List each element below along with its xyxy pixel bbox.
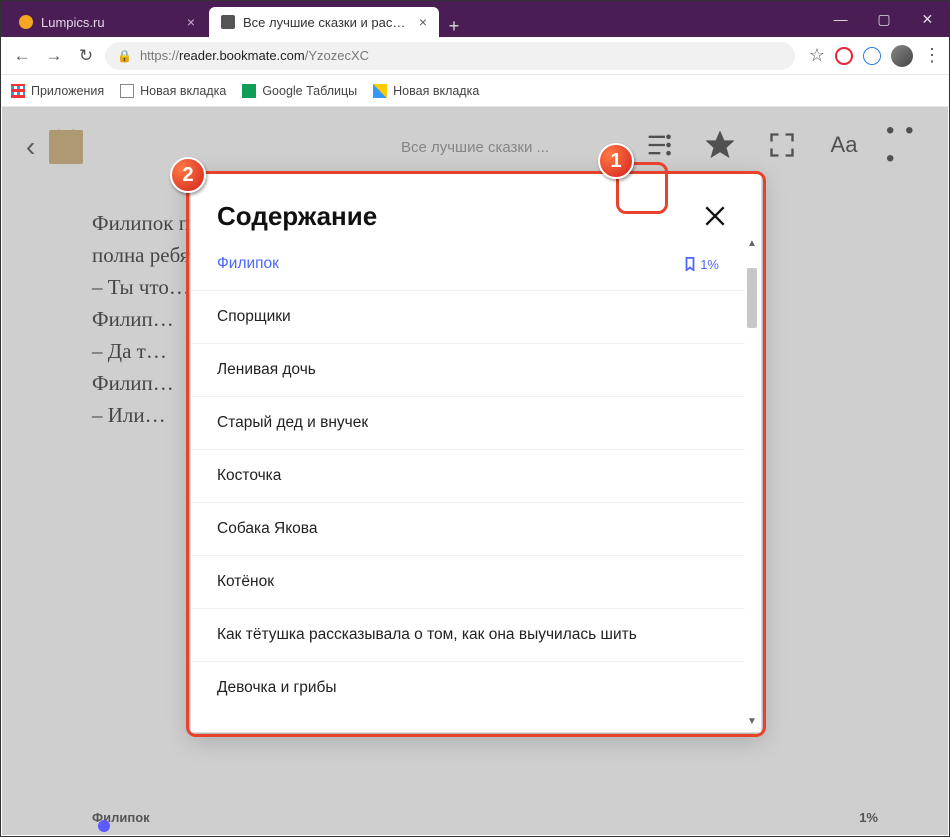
progress-knob[interactable] <box>98 820 110 832</box>
scroll-thumb[interactable] <box>747 268 757 328</box>
bookmark-star-icon[interactable]: ☆ <box>809 45 825 66</box>
toc-item[interactable]: Спорщики <box>191 290 745 343</box>
bookmark-item[interactable]: Новая вкладка <box>373 84 479 98</box>
nav-back-button[interactable]: ← <box>9 43 35 69</box>
browser-menu-button[interactable]: ⋮ <box>923 45 941 66</box>
document-icon <box>120 84 134 98</box>
tab-title: Все лучшие сказки и рассказы <box>243 15 411 30</box>
new-tab-button[interactable]: + <box>441 16 467 37</box>
bookmark-item[interactable]: Google Таблицы <box>242 84 357 98</box>
toc-popup: Содержание Филипок 1% Спорщики Ленивая д… <box>190 173 762 733</box>
toc-item-label: Косточка <box>217 467 281 485</box>
scrollbar[interactable]: ▲ ▼ <box>747 238 759 726</box>
toc-item[interactable]: Филипок 1% <box>191 238 745 290</box>
toc-list[interactable]: Филипок 1% Спорщики Ленивая дочь Старый … <box>191 238 745 726</box>
lock-icon: 🔒 <box>117 49 132 63</box>
apps-icon <box>11 84 25 98</box>
sheets-icon <box>242 84 256 98</box>
scroll-up-icon[interactable]: ▲ <box>747 238 757 248</box>
url-scheme: https:// <box>140 48 179 63</box>
window-minimize-button[interactable]: — <box>819 1 862 37</box>
translate-icon[interactable] <box>863 47 881 65</box>
scroll-down-icon[interactable]: ▼ <box>747 716 757 726</box>
toc-item-label: Ленивая дочь <box>217 361 316 379</box>
toc-item[interactable]: Как тётушка рассказывала о том, как она … <box>191 608 745 661</box>
nav-forward-button[interactable]: → <box>41 43 67 69</box>
browser-tabbar: Lumpics.ru × Все лучшие сказки и рассказ… <box>1 1 949 37</box>
favicon-icon <box>19 15 33 29</box>
toc-item[interactable]: Ленивая дочь <box>191 343 745 396</box>
browser-tab-1[interactable]: Lumpics.ru × <box>7 7 207 37</box>
url-path: /YzozecXC <box>305 48 369 63</box>
toc-item-label: Девочка и грибы <box>217 679 337 697</box>
toc-item-label: Котёнок <box>217 573 274 591</box>
opera-extension-icon[interactable] <box>835 47 853 65</box>
toc-item[interactable]: Косточка <box>191 449 745 502</box>
bookmark-item[interactable]: Новая вкладка <box>120 84 226 98</box>
toc-item[interactable]: Старый дед и внучек <box>191 396 745 449</box>
annotation-badge-2: 2 <box>170 157 206 193</box>
tab-close-icon[interactable]: × <box>187 14 195 30</box>
close-icon <box>702 203 728 229</box>
toc-item-label: Старый дед и внучек <box>217 414 368 432</box>
url-host: reader.bookmate.com <box>179 48 305 63</box>
url-input[interactable]: 🔒 https://reader.bookmate.com/YzozecXC <box>105 42 795 70</box>
tab-title: Lumpics.ru <box>41 15 179 30</box>
reader-viewport: ‹ Все лучшие сказки ... Aa • • • Филипок… <box>2 107 948 835</box>
toc-item[interactable]: Девочка и грибы <box>191 661 745 714</box>
annotation-badge-1: 1 <box>598 143 634 179</box>
nav-reload-button[interactable]: ↻ <box>73 43 99 69</box>
bookmarks-bar: Приложения Новая вкладка Google Таблицы … <box>1 75 949 107</box>
toc-item[interactable]: Собака Якова <box>191 502 745 555</box>
progress-slider[interactable] <box>92 823 878 829</box>
toc-item-label: Спорщики <box>217 308 291 326</box>
favicon-icon <box>221 15 235 29</box>
browser-tab-2[interactable]: Все лучшие сказки и рассказы × <box>209 7 439 37</box>
toc-close-button[interactable] <box>695 196 735 236</box>
profile-avatar[interactable] <box>891 45 913 67</box>
window-close-button[interactable]: ✕ <box>906 1 949 37</box>
toc-item-bookmark: 1% <box>684 257 719 272</box>
progress-track <box>92 825 878 827</box>
toc-item-label: Филипок <box>217 255 279 273</box>
tab-close-icon[interactable]: × <box>419 14 427 30</box>
toc-item-label: Как тётушка рассказывала о том, как она … <box>217 626 637 644</box>
bookmark-icon <box>684 257 696 271</box>
window-maximize-button[interactable]: ▢ <box>862 1 905 37</box>
flag-icon <box>373 84 387 98</box>
toc-title: Содержание <box>217 201 377 232</box>
toc-item-label: Собака Якова <box>217 520 317 538</box>
address-bar: ← → ↻ 🔒 https://reader.bookmate.com/Yzoz… <box>1 37 949 75</box>
toc-item[interactable]: Котёнок <box>191 555 745 608</box>
bookmark-apps[interactable]: Приложения <box>11 84 104 98</box>
